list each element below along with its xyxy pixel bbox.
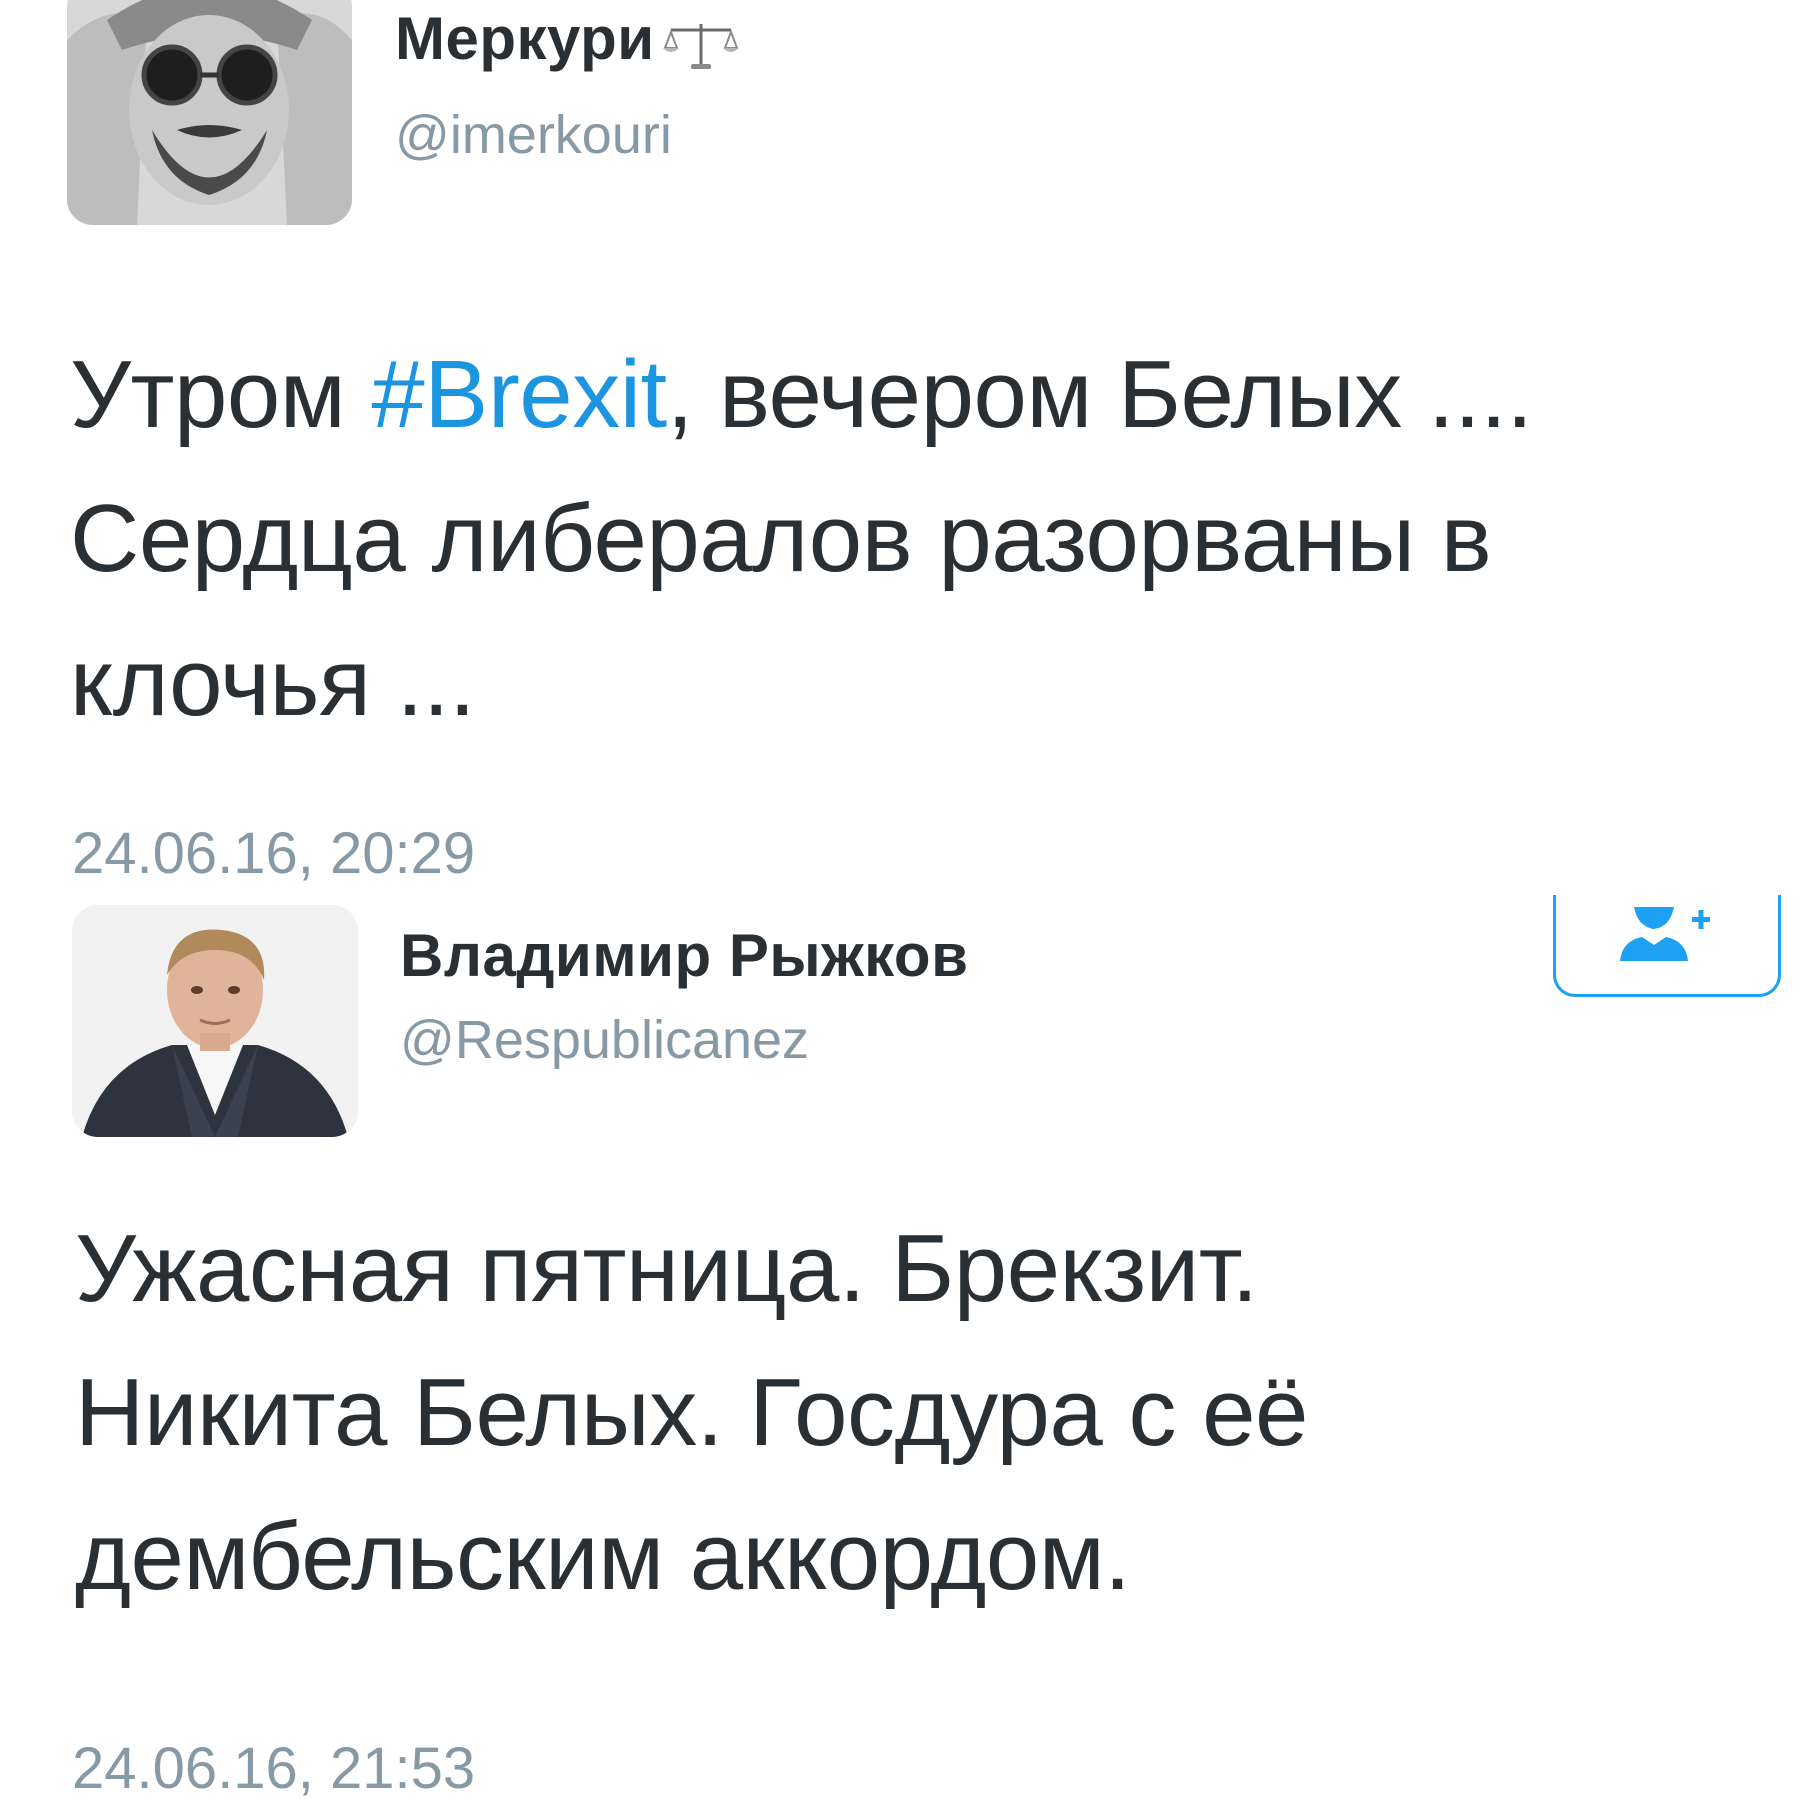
tweet-text-line-2: Сердца либералов разорваны в <box>70 485 1492 592</box>
tweet-text-line-3: дембельским аккордом. <box>75 1503 1131 1610</box>
tweet-timestamp[interactable]: 24.06.16, 21:53 <box>72 1735 475 1802</box>
tweet-2: Владимир Рыжков @Respublicanez Ужасная п… <box>0 895 1800 1802</box>
author-display-name[interactable]: Владимир Рыжков <box>400 921 968 990</box>
avatar[interactable] <box>67 0 352 225</box>
text-segment: Утром <box>70 341 372 448</box>
balance-scale-emoji-icon <box>661 17 741 70</box>
author-name-text: Меркури <box>395 5 655 72</box>
follow-user-plus-icon <box>1620 907 1710 961</box>
avatar-photo <box>72 905 358 1137</box>
author-handle[interactable]: @Respublicanez <box>400 1009 809 1071</box>
tweet-text-line-1: Утром #Brexit, вечером Белых .... <box>70 323 1533 467</box>
text-segment: , вечером Белых .... <box>666 341 1533 448</box>
follow-button[interactable] <box>1553 895 1781 997</box>
hashtag-link[interactable]: #Brexit <box>371 341 667 448</box>
tweet-text-line-2: Никита Белых. Госдура с её <box>75 1359 1308 1466</box>
tweet-timestamp[interactable]: 24.06.16, 20:29 <box>72 820 475 887</box>
author-handle[interactable]: @imerkouri <box>395 104 672 166</box>
tweet-text-line-1: Ужасная пятница. Брекзит. <box>75 1215 1258 1322</box>
tweet-text-line-3: клочья ... <box>70 629 476 736</box>
author-display-name[interactable]: Меркури <box>395 4 741 73</box>
tweet-text: Утром #Brexit, вечером Белых .... Сердца… <box>70 323 1533 755</box>
avatar[interactable] <box>72 905 358 1137</box>
tweet-text: Ужасная пятница. Брекзит. Никита Белых. … <box>75 1197 1308 1629</box>
avatar-photo <box>67 0 352 225</box>
tweet-1: Меркури @imerkouri Утром #Brexit, вечеро… <box>0 0 1800 900</box>
